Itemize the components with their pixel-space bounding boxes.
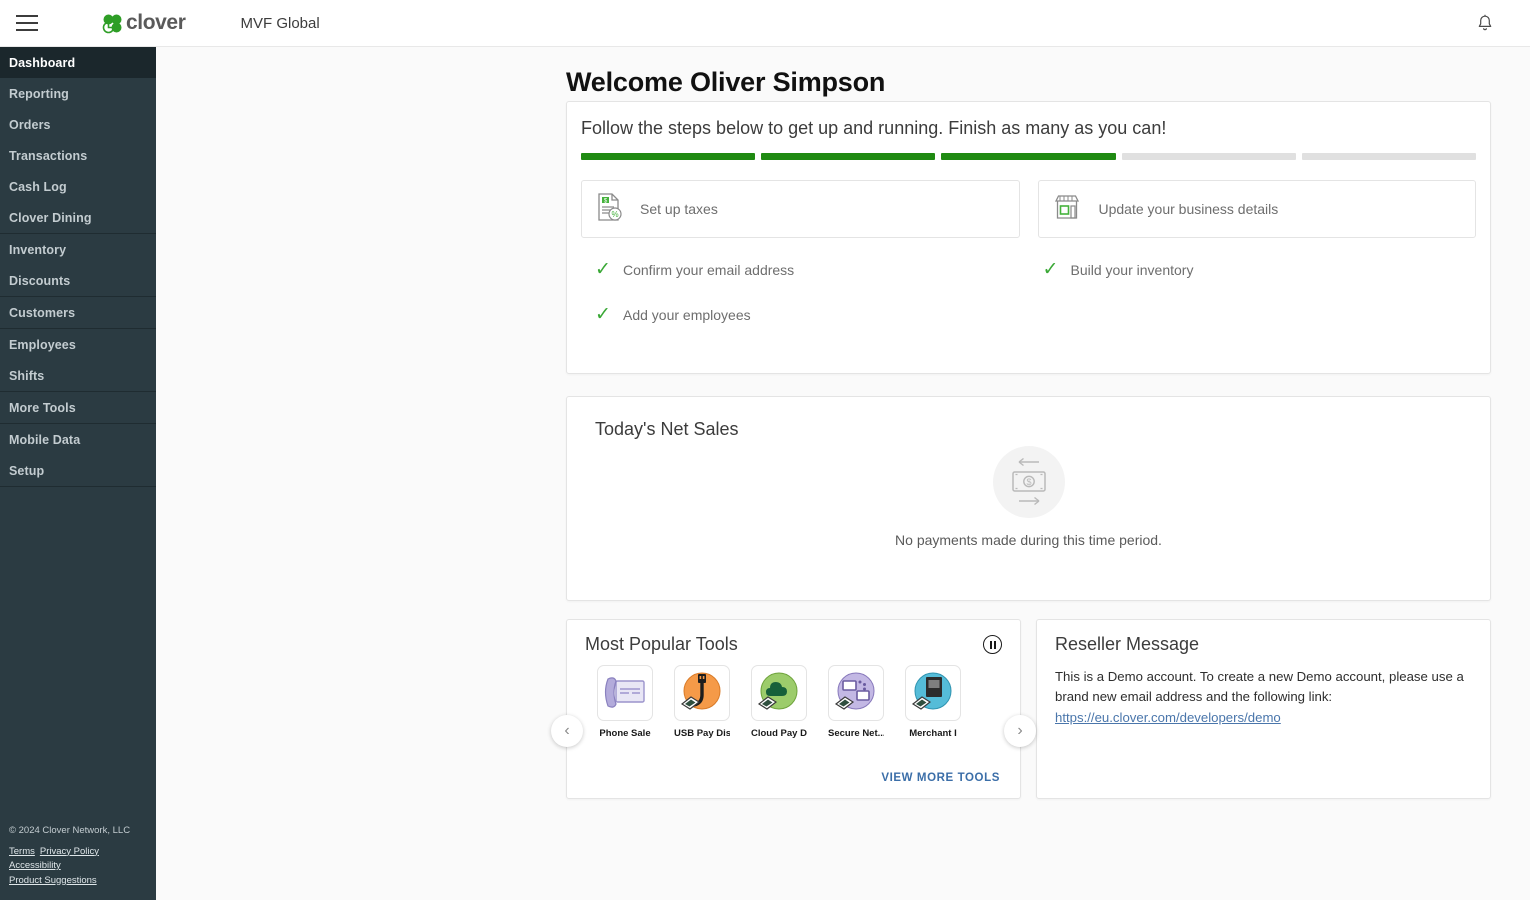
onboarding-progress-bar — [581, 153, 1477, 160]
footer-link-terms[interactable]: Terms — [9, 846, 35, 857]
sidebar-item-setup[interactable]: Setup — [0, 455, 156, 486]
reseller-demo-link[interactable]: https://eu.clover.com/developers/demo — [1055, 708, 1281, 728]
sidebar-item-cash-log[interactable]: Cash Log — [0, 171, 156, 202]
sidebar: Dashboard Reporting Orders Transactions Cash… — [0, 47, 156, 900]
hamburger-icon[interactable] — [16, 15, 38, 31]
money-transfer-icon: $ — [992, 446, 1065, 518]
reseller-body-text: This is a Demo account. To create a new … — [1055, 669, 1464, 705]
clover-leaf-icon — [102, 13, 123, 34]
progress-segment — [761, 153, 936, 160]
completed-task-label: Confirm your email address — [623, 261, 795, 278]
net-sales-empty-state: $ No payments made during this time peri… — [567, 446, 1490, 548]
clover-wordmark: clover — [126, 11, 186, 34]
completed-task: ✓ Confirm your email address — [581, 260, 1029, 279]
net-sales-empty-message: No payments made during this time period… — [895, 532, 1162, 548]
sidebar-item-orders[interactable]: Orders — [0, 109, 156, 140]
main-content: Welcome Oliver Simpson Follow the steps … — [156, 47, 1530, 900]
sidebar-group-5: Mobile Data Setup — [0, 424, 156, 487]
sidebar-item-more-tools[interactable]: More Tools — [0, 392, 156, 423]
sidebar-item-inventory[interactable]: Inventory — [0, 234, 156, 265]
sidebar-footer: © 2024 Clover Network, LLC Terms Privacy … — [9, 824, 130, 888]
onboarding-card: Follow the steps below to get up and run… — [566, 101, 1491, 374]
net-sales-card: Today's Net Sales $ No payments made dur… — [566, 396, 1491, 601]
net-sales-title: Today's Net Sales — [595, 419, 739, 439]
check-icon: ✓ — [595, 304, 611, 325]
tools-carousel[interactable]: Phone Sale USB Pay Dis... Cloud Pay D... Se… — [567, 655, 1022, 739]
tool-name: Cloud Pay D... — [751, 728, 807, 739]
page-title: Welcome Oliver Simpson — [566, 67, 886, 97]
tool-item[interactable]: Phone Sale — [597, 665, 653, 739]
bell-icon[interactable] — [1476, 14, 1494, 38]
sidebar-group-0: Dashboard Reporting Orders Transactions Cash… — [0, 47, 156, 234]
tax-receipt-icon: $% — [596, 192, 622, 227]
chevron-left-icon[interactable]: ‹ — [551, 715, 583, 747]
device-icon — [905, 665, 961, 721]
sidebar-nav: Dashboard Reporting Orders Transactions Cash… — [0, 47, 156, 487]
clover-logo[interactable]: clover — [102, 11, 186, 35]
check-icon: ✓ — [595, 259, 611, 280]
onboarding-heading: Follow the steps below to get up and run… — [581, 118, 1167, 138]
progress-segment — [1121, 153, 1296, 160]
task-card-update-your-business-details[interactable]: Update your business details — [1037, 180, 1476, 238]
sidebar-item-employees[interactable]: Employees — [0, 329, 156, 360]
sidebar-item-transactions[interactable]: Transactions — [0, 140, 156, 171]
tool-name: Phone Sale — [599, 728, 651, 739]
cloud-icon — [751, 665, 807, 721]
check-icon: ✓ — [1042, 259, 1059, 280]
pause-icon[interactable] — [983, 635, 1002, 654]
footer-link-product-suggestions[interactable]: Product Suggestions — [9, 875, 97, 886]
reseller-body: This is a Demo account. To create a new … — [1037, 655, 1490, 728]
svg-text:$: $ — [1026, 477, 1031, 487]
sidebar-item-discounts[interactable]: Discounts — [0, 265, 156, 296]
progress-segment — [1301, 153, 1477, 160]
merchant-name: MVF Global — [240, 14, 320, 32]
tool-item[interactable]: Secure Net... — [828, 665, 884, 739]
completed-task: ✓ Build your inventory — [1029, 260, 1477, 279]
svg-text:%: % — [611, 210, 618, 219]
pending-task-list: $% Set up taxes Update your business detai… — [581, 180, 1476, 238]
sidebar-item-dashboard[interactable]: Dashboard — [0, 47, 156, 78]
sidebar-item-customers[interactable]: Customers — [0, 297, 156, 328]
footer-link-accessibility[interactable]: Accessibility — [9, 860, 61, 871]
tool-name: USB Pay Dis... — [674, 728, 730, 739]
storefront-icon — [1053, 193, 1081, 226]
task-label: Set up taxes — [640, 201, 718, 217]
sidebar-group-1: Inventory Discounts — [0, 234, 156, 297]
completed-task-list: ✓ Confirm your email address ✓ Build your i… — [581, 260, 1476, 324]
progress-segment — [941, 153, 1116, 160]
sidebar-item-reporting[interactable]: Reporting — [0, 78, 156, 109]
tool-name: Merchant I — [909, 728, 957, 739]
sidebar-group-4: More Tools — [0, 392, 156, 424]
sidebar-item-mobile-data[interactable]: Mobile Data — [0, 424, 156, 455]
sidebar-group-3: Employees Shifts — [0, 329, 156, 392]
footer-link-privacy-policy[interactable]: Privacy Policy — [40, 846, 99, 857]
popular-tools-card: Most Popular Tools Phone Sale USB Pay Dis… — [551, 619, 1036, 799]
completed-task-label: Build your inventory — [1070, 261, 1194, 278]
view-more-tools-link[interactable]: VIEW MORE TOOLS — [881, 772, 1000, 784]
task-card-set-up-taxes[interactable]: $% Set up taxes — [581, 180, 1020, 238]
popular-tools-header: Most Popular Tools — [567, 620, 1020, 655]
chevron-right-icon[interactable]: › — [1004, 715, 1036, 747]
sidebar-item-clover-dining[interactable]: Clover Dining — [0, 202, 156, 233]
top-bar: clover MVF Global — [0, 0, 1530, 47]
completed-task-label: Add your employees — [623, 306, 751, 323]
reseller-message-card: Reseller Message This is a Demo account.… — [1036, 619, 1491, 799]
popular-tools-title: Most Popular Tools — [585, 634, 738, 654]
reseller-title: Reseller Message — [1055, 634, 1200, 654]
tool-name: Secure Net... — [828, 728, 884, 739]
progress-segment — [581, 153, 756, 160]
sidebar-group-2: Customers — [0, 297, 156, 329]
usb-cable-icon — [674, 665, 730, 721]
copyright-text: © 2024 Clover Network, LLC — [9, 824, 131, 836]
sidebar-item-shifts[interactable]: Shifts — [0, 360, 156, 391]
tool-item[interactable]: Merchant I — [905, 665, 961, 739]
tool-item[interactable]: Cloud Pay D... — [751, 665, 807, 739]
network-icon — [828, 665, 884, 721]
completed-task: ✓ Add your employees — [581, 305, 1029, 324]
task-label: Update your business details — [1098, 201, 1279, 217]
tool-item[interactable]: USB Pay Dis... — [674, 665, 730, 739]
phone-card-icon — [597, 665, 653, 721]
